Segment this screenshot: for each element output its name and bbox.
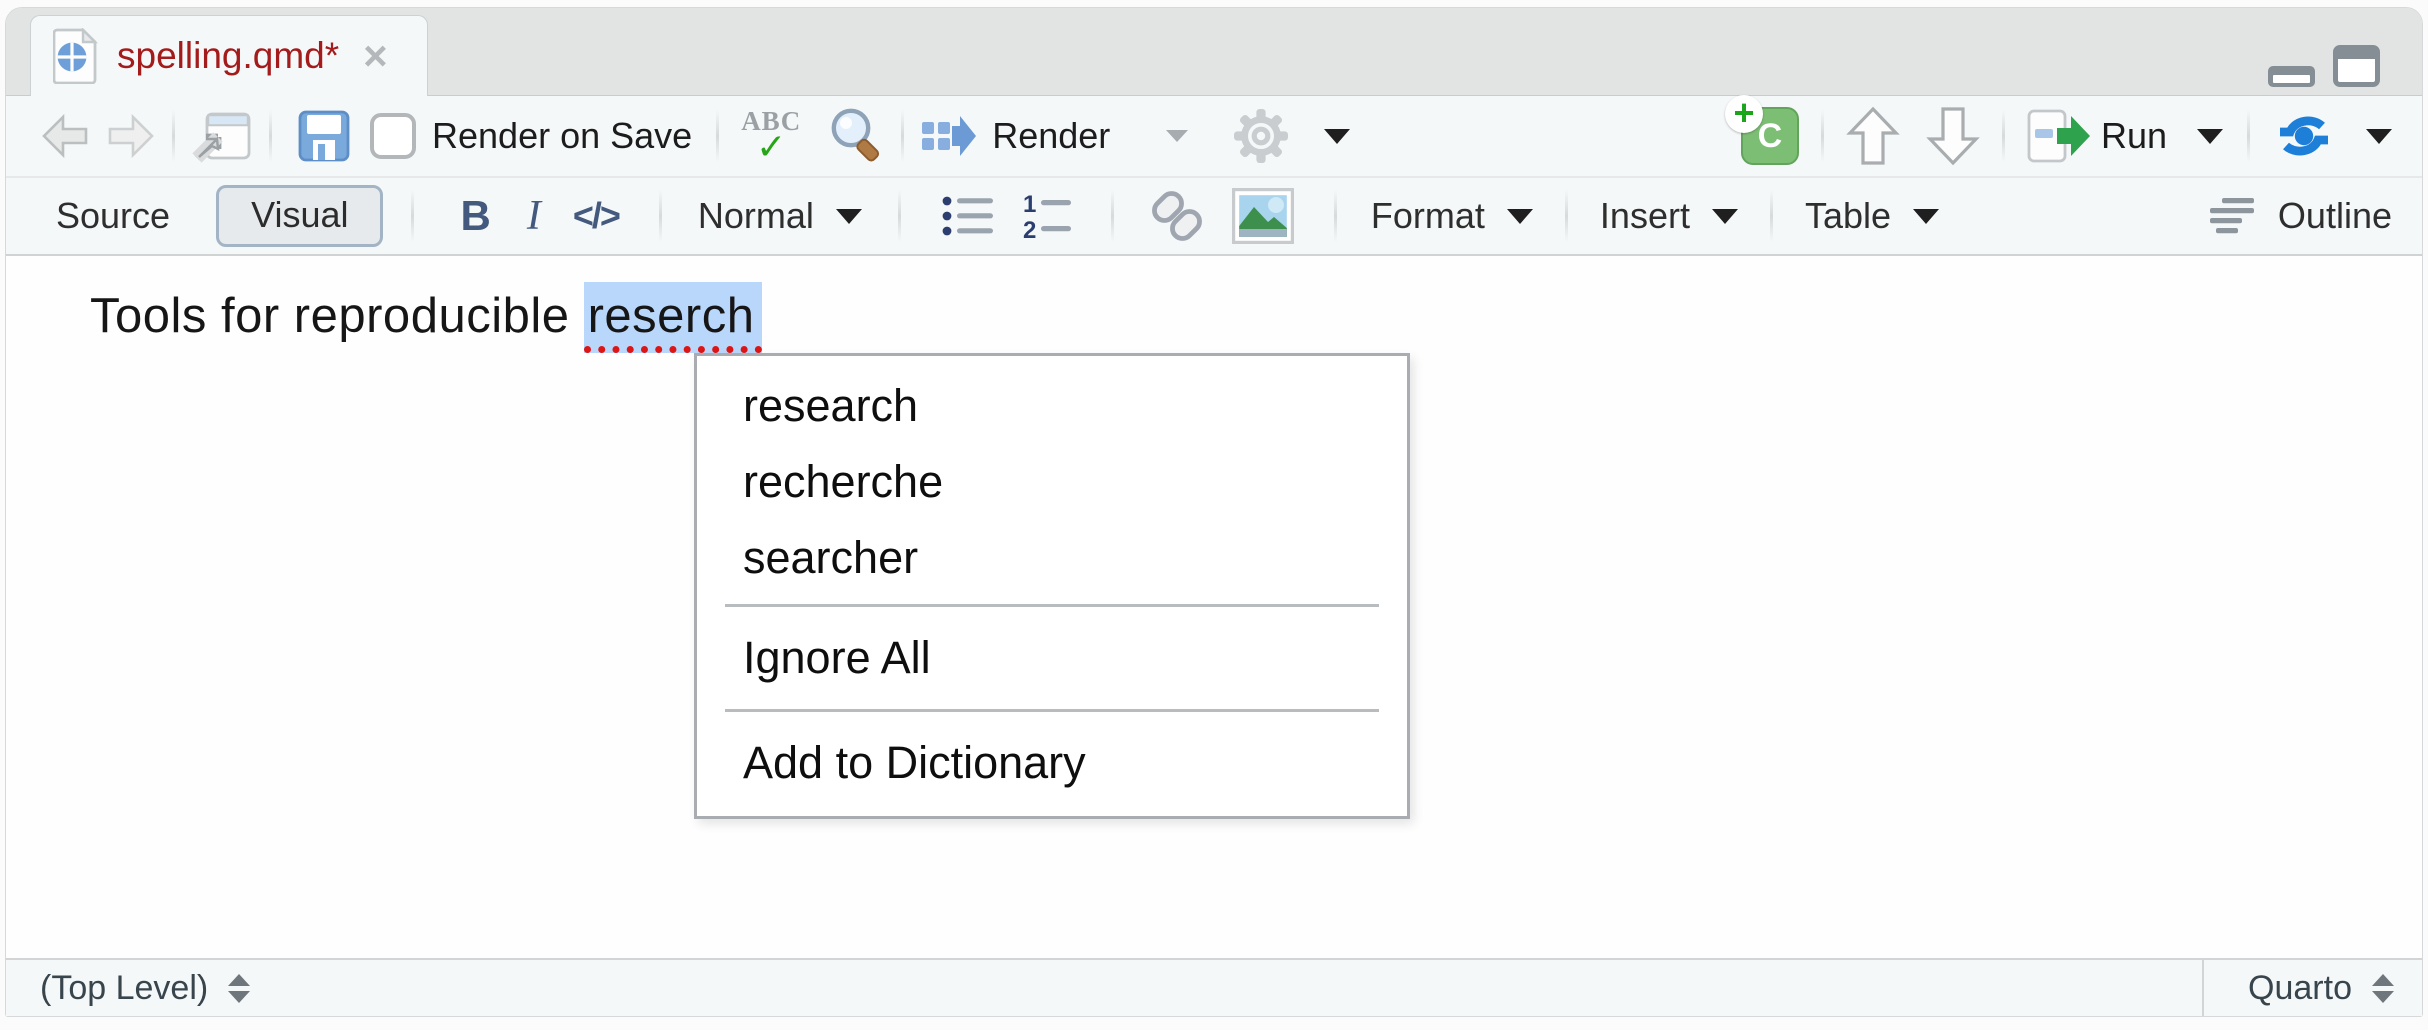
svg-text:1: 1 [1023,192,1036,218]
document-paragraph[interactable]: Tools for reproducible reserch [90,288,762,344]
code-icon[interactable]: </> [573,195,619,237]
table-menu[interactable]: Table [1805,195,1939,237]
forward-icon[interactable] [104,113,156,159]
document-type-selector[interactable]: Quarto [2202,960,2422,1016]
chevron-down-icon [836,209,862,224]
menu-separator [725,709,1379,712]
go-next-chunk-icon[interactable] [1926,105,1980,167]
quarto-file-icon [53,28,99,84]
spellcheck-icon[interactable]: ABC ✓ [741,108,801,165]
run-button[interactable]: Run [2101,115,2167,157]
paragraph-style-dropdown[interactable]: Normal [698,195,862,237]
separator [269,110,272,162]
back-icon[interactable] [40,113,92,159]
separator [411,190,414,242]
separator [1565,190,1568,242]
separator [659,190,662,242]
separator [1821,110,1824,162]
spellcheck-context-menu: research recherche searcher Ignore All A… [694,353,1410,819]
format-toolbar: Source Visual B I </> Normal 1 2 [6,178,2422,256]
editor-window: spelling.qmd* × [6,8,2422,1016]
tab-close-icon[interactable]: × [363,35,388,77]
separator [901,110,904,162]
chevron-down-icon [1507,209,1533,224]
updown-arrows-icon [228,974,250,1003]
rerun-dropdown-caret-icon[interactable] [2366,129,2392,144]
chevron-down-icon [1913,209,1939,224]
menu-item-suggestion[interactable]: research [697,368,1407,444]
menu-item-suggestion[interactable]: recherche [697,444,1407,520]
render-icon[interactable] [920,112,978,160]
format-menu[interactable]: Format [1371,195,1533,237]
separator [898,190,901,242]
svg-text:2: 2 [1023,217,1036,240]
insert-chunk-icon[interactable]: C + [1741,107,1799,165]
separator [716,110,719,162]
document-type-label: Quarto [2248,969,2352,1008]
menu-item-add-to-dictionary[interactable]: Add to Dictionary [697,720,1407,806]
menu-separator [725,604,1379,607]
open-in-new-window-icon[interactable] [191,108,253,164]
status-bar: (Top Level) Quarto [6,958,2422,1016]
separator [2247,110,2250,162]
paragraph-text: Tools for reproducible [90,289,584,343]
render-dropdown-caret-icon[interactable] [1166,130,1188,142]
search-icon[interactable] [827,106,885,166]
bold-icon[interactable]: B [460,192,490,240]
updown-arrows-icon [2372,974,2394,1003]
tab-spelling-qmd[interactable]: spelling.qmd* × [30,15,428,96]
run-dropdown-caret-icon[interactable] [2197,129,2223,144]
go-previous-chunk-icon[interactable] [1846,105,1900,167]
plus-badge-icon: + [1725,95,1763,133]
tab-title: spelling.qmd* [117,35,339,77]
misspelled-word-selected[interactable]: reserch [584,282,763,353]
gear-dropdown-caret-icon[interactable] [1324,129,1350,144]
separator [172,110,175,162]
maximize-icon[interactable] [2333,45,2380,87]
outline-icon [2206,196,2262,236]
tab-strip: spelling.qmd* × [6,8,2422,96]
insert-menu[interactable]: Insert [1600,195,1738,237]
source-mode-button[interactable]: Source [56,195,170,237]
outline-toggle[interactable]: Outline [2206,195,2392,237]
main-toolbar: Render on Save ABC ✓ Render [6,96,2422,178]
render-button[interactable]: Render [992,115,1110,157]
bullet-list-icon[interactable] [941,193,995,239]
document-editor[interactable]: Tools for reproducible reserch research … [6,256,2422,958]
render-on-save-label[interactable]: Render on Save [432,115,692,157]
gear-icon[interactable] [1232,107,1290,165]
separator [1770,190,1773,242]
run-icon[interactable] [2027,109,2091,163]
rerun-icon[interactable] [2274,107,2334,165]
scope-label: (Top Level) [40,969,208,1008]
save-icon[interactable] [298,110,350,162]
scope-selector[interactable]: (Top Level) [6,969,250,1008]
image-icon[interactable] [1232,188,1294,244]
separator [1111,190,1114,242]
visual-mode-button[interactable]: Visual [216,185,383,247]
numbered-list-icon[interactable]: 1 2 [1023,192,1073,240]
separator [1334,190,1337,242]
link-icon[interactable] [1150,190,1204,242]
minimize-icon[interactable] [2268,66,2315,87]
menu-item-suggestion[interactable]: searcher [697,520,1407,596]
chevron-down-icon [1712,209,1738,224]
italic-icon[interactable]: I [527,192,541,240]
separator [2002,110,2005,162]
menu-item-ignore-all[interactable]: Ignore All [697,615,1407,701]
window-controls [2268,45,2380,87]
render-on-save-checkbox[interactable] [370,113,416,159]
